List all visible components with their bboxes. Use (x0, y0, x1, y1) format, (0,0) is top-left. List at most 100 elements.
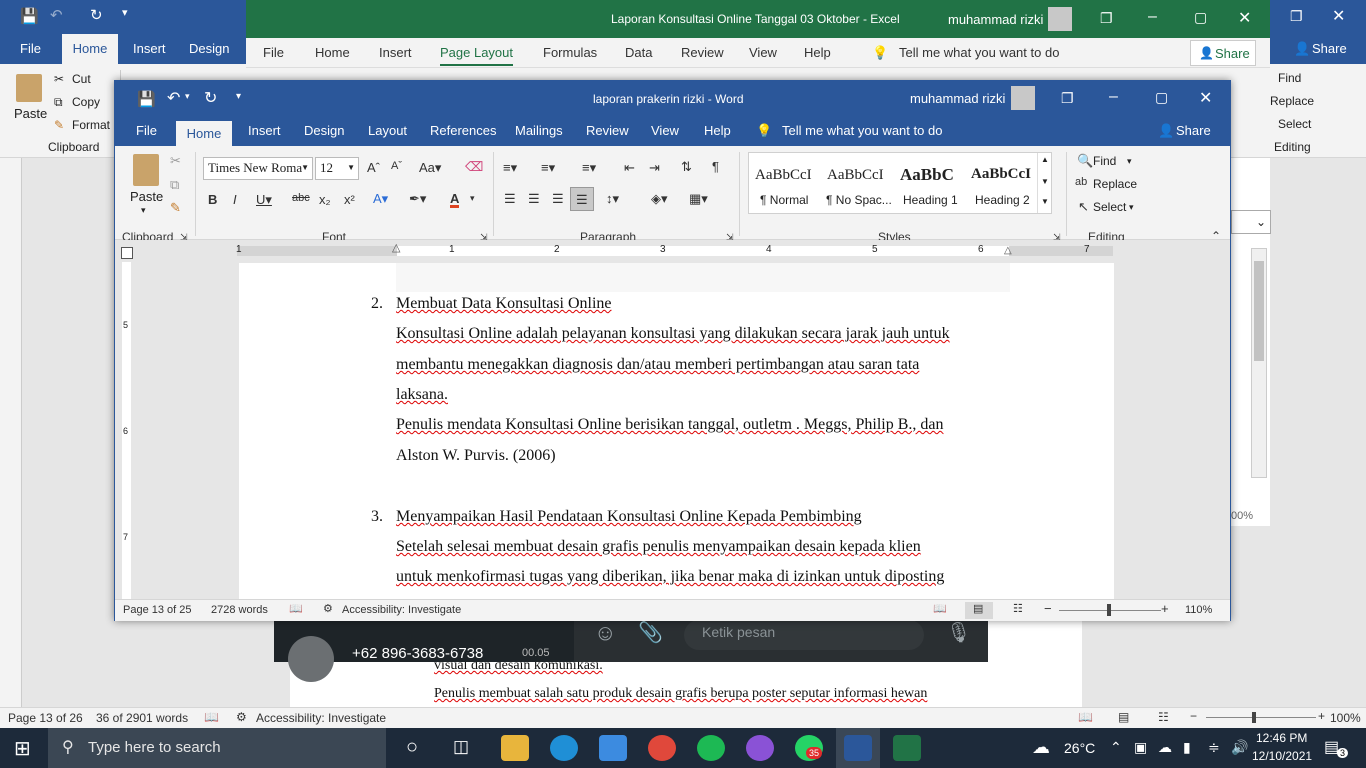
bg-select-button[interactable]: Select (1278, 117, 1311, 131)
highlight-icon[interactable]: ✒▾ (409, 192, 426, 205)
tab-file[interactable]: File (136, 123, 157, 138)
word-count[interactable]: 2728 words (211, 604, 268, 616)
bg-accessibility-status[interactable]: Accessibility: Investigate (256, 711, 386, 725)
undo-icon[interactable]: ↶ (167, 88, 180, 108)
maximize-icon[interactable]: ▢ (1155, 89, 1168, 106)
underline-icon[interactable]: U▾ (256, 193, 272, 206)
excel-tab-insert[interactable]: Insert (379, 45, 412, 60)
replace-button[interactable]: Replace (1093, 177, 1137, 191)
bg-tab-file[interactable]: File (20, 41, 41, 56)
tab-review[interactable]: Review (586, 123, 629, 138)
chevron-down-icon[interactable]: ▾ (1129, 202, 1134, 213)
print-layout-icon[interactable]: ▤ (1118, 710, 1129, 724)
attach-icon[interactable]: 📎 (638, 620, 663, 645)
battery-icon[interactable]: ▮ (1183, 739, 1191, 756)
chevron-down-icon[interactable]: ▾ (470, 194, 475, 203)
zoom-out-icon[interactable]: − (1190, 709, 1197, 723)
numbering-icon[interactable]: ≡▾ (541, 161, 555, 174)
font-color-icon[interactable]: A (450, 192, 460, 208)
chevron-down-icon[interactable]: ▼ (347, 163, 355, 172)
zoom-out-icon[interactable]: − (1044, 601, 1052, 616)
bold-icon[interactable]: B (208, 193, 217, 206)
emoji-icon[interactable]: ☺ (594, 620, 616, 646)
microphone-icon[interactable]: 🎙 (946, 620, 971, 645)
file-explorer-icon[interactable] (501, 735, 529, 761)
tab-help[interactable]: Help (704, 123, 731, 138)
customize-qat-icon[interactable]: ▾ (236, 91, 241, 102)
sort-icon[interactable]: ⇅ (681, 160, 692, 173)
document-page[interactable]: 2. Membuat Data Konsultasi Online Konsul… (239, 263, 1114, 599)
excel-name-box-dropdown[interactable]: ⌄ (1231, 210, 1271, 234)
accessibility-status[interactable]: Accessibility: Investigate (342, 604, 461, 616)
ribbon-display-icon[interactable]: ❐ (1100, 10, 1113, 27)
share-button[interactable]: Share (1176, 123, 1211, 138)
more-icon[interactable]: ▼ (1041, 197, 1049, 206)
multilevel-list-icon[interactable]: ≡▾ (582, 161, 596, 174)
vertical-ruler[interactable]: 5 6 7 (115, 262, 137, 599)
subscript-icon[interactable]: x₂ (319, 193, 331, 206)
chevron-down-icon[interactable]: ▼ (1041, 177, 1049, 186)
weather-icon[interactable]: ☁ (1032, 737, 1050, 758)
increase-indent-icon[interactable]: ⇥ (649, 161, 660, 174)
cut-icon[interactable]: ✂ (170, 154, 181, 167)
avatar[interactable] (1048, 7, 1072, 31)
bg-format-button[interactable]: Format (72, 118, 110, 132)
excel-tab-review[interactable]: Review (681, 45, 724, 60)
chevron-down-icon[interactable]: ▾ (141, 205, 146, 216)
excel-tab-formulas[interactable]: Formulas (543, 45, 597, 60)
excel-tell-me[interactable]: Tell me what you want to do (899, 45, 1059, 60)
spotify-icon[interactable] (697, 735, 725, 761)
task-view-icon[interactable]: ◫ (453, 737, 469, 757)
excel-tab-home[interactable]: Home (315, 45, 350, 60)
excel-user-name[interactable]: muhammad rizki (948, 12, 1043, 27)
page-count[interactable]: Page 13 of 25 (123, 604, 192, 616)
zoom-level[interactable]: 110% (1185, 604, 1212, 616)
ribbon-display-icon[interactable]: ❐ (1061, 90, 1074, 107)
tell-me-search[interactable]: Tell me what you want to do (782, 123, 942, 138)
excel-icon[interactable] (893, 735, 921, 761)
volume-icon[interactable]: 🔊 (1231, 739, 1248, 756)
tab-design[interactable]: Design (304, 123, 344, 138)
align-center-icon[interactable]: ☰ (528, 192, 540, 205)
paste-icon[interactable] (133, 154, 159, 186)
decrease-indent-icon[interactable]: ⇤ (624, 161, 635, 174)
excel-tab-data[interactable]: Data (625, 45, 652, 60)
bg-word-count[interactable]: 36 of 2901 words (96, 711, 188, 725)
close-icon[interactable]: ✕ (1199, 88, 1212, 108)
indent-marker-icon[interactable]: △ (392, 241, 400, 254)
clock-date[interactable]: 12/10/2021 (1252, 749, 1312, 763)
clock-time[interactable]: 12:46 PM (1256, 731, 1307, 745)
font-name-box[interactable]: Times New Roma ▼ (203, 157, 313, 180)
bg-copy-button[interactable]: Copy (72, 95, 100, 109)
cortana-icon[interactable]: ○ (406, 736, 418, 759)
tab-selector[interactable] (121, 247, 133, 259)
message-input[interactable]: Ketik pesan (684, 620, 924, 650)
clear-formatting-icon[interactable]: ⌫ (465, 160, 483, 173)
undo-dropdown-icon[interactable]: ▾ (185, 91, 190, 102)
style-no-spacing[interactable]: AaBbCcI ¶ No Spac... (821, 153, 893, 213)
bg-zoom-thumb[interactable] (1252, 712, 1256, 723)
web-layout-icon[interactable]: ☷ (1158, 710, 1169, 724)
bg-replace-button[interactable]: Replace (1270, 94, 1314, 108)
excel-tab-file[interactable]: File (263, 45, 284, 60)
save-icon[interactable]: 💾 (20, 7, 39, 25)
excel-tab-view[interactable]: View (749, 45, 777, 60)
bg-share-button[interactable]: Share (1312, 41, 1347, 56)
shrink-font-icon[interactable]: Aˇ (391, 161, 402, 172)
tab-references[interactable]: References (430, 123, 496, 138)
web-layout-icon[interactable]: ☷ (1013, 602, 1023, 615)
app-icon[interactable] (746, 735, 774, 761)
format-painter-icon[interactable]: ✎ (170, 201, 181, 214)
copy-icon[interactable]: ⧉ (170, 178, 179, 191)
bg-zoom-slider[interactable] (1206, 717, 1316, 718)
bullets-icon[interactable]: ≡▾ (503, 161, 517, 174)
proofing-icon[interactable]: 📖 (289, 602, 303, 615)
bg-cut-button[interactable]: Cut (72, 72, 91, 86)
chevron-up-icon[interactable]: ⌃ (1110, 739, 1122, 756)
maximize-icon[interactable]: ▢ (1194, 9, 1207, 26)
onedrive-icon[interactable]: ☁ (1158, 739, 1172, 756)
show-marks-icon[interactable]: ¶ (712, 160, 719, 173)
bg-page-count[interactable]: Page 13 of 26 (8, 711, 83, 725)
close-icon[interactable]: ✕ (1332, 6, 1345, 26)
proofing-icon[interactable]: 📖 (204, 710, 219, 724)
